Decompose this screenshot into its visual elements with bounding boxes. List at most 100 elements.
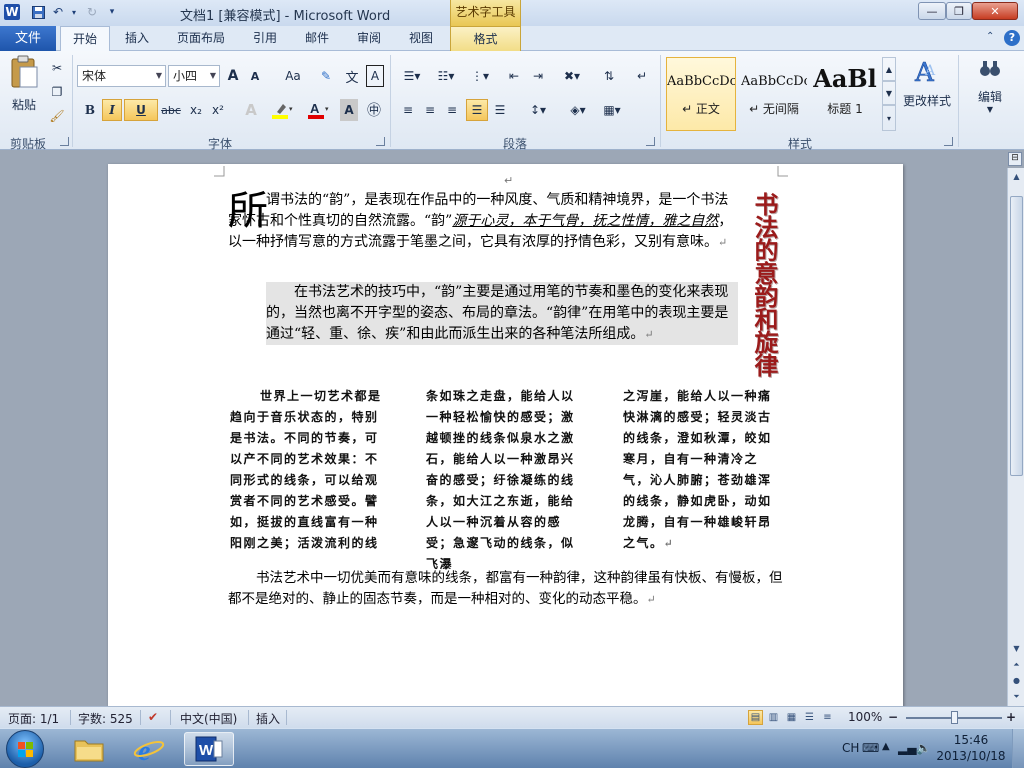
editing-button[interactable]: 编辑 ▼: [962, 55, 1018, 114]
vertical-scrollbar[interactable]: ▲ ▼ ⏶ ● ⏷: [1007, 168, 1024, 706]
undo-icon[interactable]: ↶: [50, 4, 66, 20]
outline-view-icon[interactable]: ☰: [802, 710, 817, 725]
tab-format[interactable]: 格式: [450, 26, 521, 51]
tab-references[interactable]: 引用: [242, 26, 288, 51]
save-icon[interactable]: [30, 4, 46, 20]
underline-button[interactable]: U: [124, 99, 158, 121]
tab-page-layout[interactable]: 页面布局: [170, 26, 232, 51]
tab-insert[interactable]: 插入: [114, 26, 160, 51]
column-3-text[interactable]: 之泻崖，能给人以一种痛快淋漓的感受；轻灵淡古的线条，澄如秋潭，皎如寒月，自有一种…: [623, 386, 783, 554]
full-screen-reading-icon[interactable]: ▥: [766, 710, 781, 725]
strikethrough-button[interactable]: abc: [160, 99, 182, 121]
change-styles-button[interactable]: AA 更改样式: [900, 55, 954, 109]
decrease-indent-icon[interactable]: ⇤: [504, 65, 524, 87]
close-button[interactable]: ✕: [972, 2, 1018, 20]
font-size-combo[interactable]: 小四 ▼: [168, 65, 220, 87]
tray-expand-icon[interactable]: ▲: [882, 741, 890, 752]
scrollbar-thumb[interactable]: [1010, 196, 1023, 476]
page-count[interactable]: 页面: 1/1: [8, 710, 59, 727]
font-launcher-icon[interactable]: [376, 137, 385, 146]
paragraph-1[interactable]: 谓书法的“韵”，是表现在作品中的一种风度、气质和精神境界，是一个书法家怀古和个性…: [228, 190, 738, 253]
style-heading1-tile[interactable]: AaBl 标题 1: [812, 57, 878, 131]
font-name-combo[interactable]: 宋体 ▼: [77, 65, 166, 87]
explorer-taskbar-button[interactable]: [64, 732, 114, 766]
numbering-icon[interactable]: ☷▾: [432, 65, 460, 87]
internet-explorer-taskbar-button[interactable]: e: [124, 732, 174, 766]
bold-button[interactable]: B: [80, 99, 100, 121]
paragraph-3[interactable]: 书法艺术中一切优美而有意味的线条，都富有一种韵律，这种韵律虽有快板、有慢板，但都…: [228, 568, 783, 610]
clipboard-launcher-icon[interactable]: [60, 137, 69, 146]
minimize-ribbon-icon[interactable]: ⌃: [986, 31, 994, 42]
text-effects-icon[interactable]: A: [240, 99, 262, 121]
shading-icon[interactable]: ◈▾: [564, 99, 592, 121]
tab-home[interactable]: 开始: [60, 26, 110, 52]
minimize-button[interactable]: —: [918, 2, 946, 20]
justify-icon[interactable]: ☰: [466, 99, 488, 121]
wordart-title[interactable]: 书法的意韵和旋律: [742, 192, 779, 376]
enclose-characters-icon[interactable]: ㊥: [364, 99, 384, 121]
style-normal-tile[interactable]: AaBbCcDc ↵ 正文: [666, 57, 736, 131]
ruler-toggle-icon[interactable]: ⊟: [1008, 152, 1022, 166]
borders-icon[interactable]: ▦▾: [598, 99, 626, 121]
character-border-icon[interactable]: A: [366, 65, 384, 87]
line-spacing-icon[interactable]: ↕▾: [524, 99, 552, 121]
cut-icon[interactable]: ✂: [48, 57, 66, 79]
document-page[interactable]: ↵ 所 谓书法的“韵”，是表现在作品中的一种风度、气质和精神境界，是一个书法家怀…: [108, 164, 903, 724]
zoom-level[interactable]: 100%: [848, 710, 882, 724]
show-marks-icon[interactable]: ↵: [632, 65, 652, 87]
customize-qat-icon[interactable]: ▾: [104, 4, 120, 20]
style-no-spacing-tile[interactable]: AaBbCcDc ↵ 无间隔: [740, 57, 808, 131]
maximize-button[interactable]: ❐: [946, 2, 972, 20]
change-case-button[interactable]: Aa: [278, 65, 308, 87]
paragraph-launcher-icon[interactable]: [646, 137, 655, 146]
zoom-out-button[interactable]: −: [888, 710, 898, 724]
character-shading-icon[interactable]: A: [340, 99, 358, 121]
word-taskbar-button[interactable]: W: [184, 732, 234, 766]
italic-button[interactable]: I: [102, 99, 122, 121]
draft-view-icon[interactable]: ≡: [820, 710, 835, 725]
styles-more-icon[interactable]: ▾: [882, 105, 896, 131]
grow-font-button[interactable]: A: [224, 65, 242, 87]
redo-icon[interactable]: ↻: [84, 4, 100, 20]
zoom-slider-thumb[interactable]: [951, 711, 958, 724]
tab-view[interactable]: 视图: [398, 26, 444, 51]
show-desktop-button[interactable]: [1012, 729, 1024, 768]
proofing-icon[interactable]: ✔: [148, 710, 158, 724]
styles-launcher-icon[interactable]: [944, 137, 953, 146]
zoom-in-button[interactable]: +: [1006, 710, 1016, 724]
scroll-down-icon[interactable]: ▼: [1010, 642, 1023, 655]
system-clock[interactable]: 15:46 2013/10/18: [936, 732, 1006, 764]
next-page-icon[interactable]: ⏷: [1010, 690, 1023, 703]
multilevel-list-icon[interactable]: ⋮▾: [466, 65, 494, 87]
shrink-font-button[interactable]: A: [246, 65, 264, 87]
previous-page-icon[interactable]: ⏶: [1010, 658, 1023, 671]
browse-object-icon[interactable]: ●: [1010, 674, 1023, 687]
insert-mode-indicator[interactable]: 插入: [256, 710, 280, 727]
highlight-color-icon[interactable]: ▾: [268, 99, 298, 121]
format-painter-icon[interactable]: 🖌: [48, 105, 66, 127]
styles-scroll-down-icon[interactable]: ▼: [882, 81, 896, 105]
keyboard-icon[interactable]: ⌨: [862, 741, 879, 755]
ime-indicator[interactable]: CH: [842, 741, 859, 755]
sort-icon[interactable]: ⇅: [598, 65, 620, 87]
paste-button[interactable]: 粘贴: [6, 55, 42, 113]
superscript-button[interactable]: x²: [208, 99, 228, 121]
paragraph-2-selected[interactable]: 在书法艺术的技巧中，“韵”主要是通过用笔的节奏和墨色的变化来表现的，当然也离不开…: [266, 282, 738, 345]
subscript-button[interactable]: x₂: [186, 99, 206, 121]
chinese-layout-icon[interactable]: ✖▾: [558, 65, 586, 87]
align-right-icon[interactable]: ≡: [442, 99, 462, 121]
help-icon[interactable]: ?: [1004, 30, 1020, 46]
font-color-icon[interactable]: A ▾: [304, 99, 334, 121]
align-center-icon[interactable]: ≡: [420, 99, 440, 121]
column-2-text[interactable]: 条如珠之走盘，能给人以一种轻松愉快的感受；激越顿挫的线条似泉水之激石，能给人以一…: [426, 386, 586, 575]
print-layout-view-icon[interactable]: ▤: [748, 710, 763, 725]
undo-dropdown-icon[interactable]: ▾: [66, 4, 82, 20]
column-1-text[interactable]: 世界上一切艺术都是趋向于音乐状态的，特别是书法。不同的节奏，可以产不同的艺术效果…: [230, 386, 390, 554]
scroll-up-icon[interactable]: ▲: [1010, 170, 1023, 183]
tab-review[interactable]: 审阅: [346, 26, 392, 51]
copy-icon[interactable]: ❐: [48, 81, 66, 103]
web-layout-icon[interactable]: ▦: [784, 710, 799, 725]
bullets-icon[interactable]: ☰▾: [398, 65, 426, 87]
styles-scroll-up-icon[interactable]: ▲: [882, 57, 896, 81]
network-icon[interactable]: ▂▄: [898, 741, 916, 755]
